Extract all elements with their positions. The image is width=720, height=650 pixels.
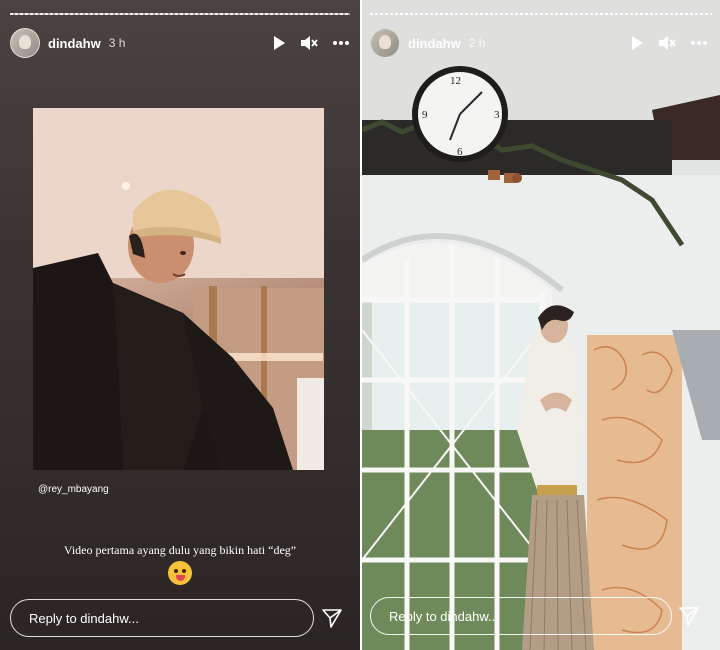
play-icon[interactable] <box>272 35 286 51</box>
avatar[interactable] <box>370 28 400 58</box>
story-progress <box>370 13 712 15</box>
send-icon[interactable] <box>678 605 700 627</box>
username[interactable]: dindahw <box>48 36 101 51</box>
svg-text:12: 12 <box>450 75 461 87</box>
story-video[interactable] <box>33 108 324 470</box>
post-time: 2 h <box>468 36 486 50</box>
reply-placeholder: Reply to dindahw... <box>29 610 139 626</box>
story-progress <box>10 13 350 15</box>
more-icon[interactable] <box>690 40 708 46</box>
story-header: dindahw 3 h <box>10 28 350 58</box>
svg-text:6: 6 <box>457 146 463 158</box>
story-caption: Video pertama ayang dulu yang bikin hati… <box>63 543 297 557</box>
reply-input[interactable]: Reply to dindahw... <box>370 597 672 635</box>
story-right[interactable]: 12 3 6 9 dindahw 2 h Reply to dindahw... <box>362 0 720 650</box>
reply-placeholder: Reply to dindahw... <box>389 608 499 624</box>
svg-text:3: 3 <box>494 109 500 121</box>
mute-icon[interactable] <box>658 35 676 51</box>
send-icon[interactable] <box>321 607 343 629</box>
username[interactable]: dindahw <box>408 36 461 51</box>
svg-text:9: 9 <box>422 109 428 121</box>
story-header: dindahw 2 h <box>370 28 708 58</box>
video-credit[interactable]: @rey_mbayang <box>38 484 109 495</box>
mute-icon[interactable] <box>300 35 318 51</box>
story-left[interactable]: dindahw 3 h @rey_mbayang Video pertama a… <box>0 0 360 650</box>
avatar[interactable] <box>10 28 40 58</box>
zany-face-icon <box>168 561 192 585</box>
post-time: 3 h <box>108 36 126 50</box>
play-icon[interactable] <box>630 35 644 51</box>
more-icon[interactable] <box>332 40 350 46</box>
story-photo: 12 3 6 9 <box>362 0 720 650</box>
reply-input[interactable]: Reply to dindahw... <box>10 599 314 637</box>
